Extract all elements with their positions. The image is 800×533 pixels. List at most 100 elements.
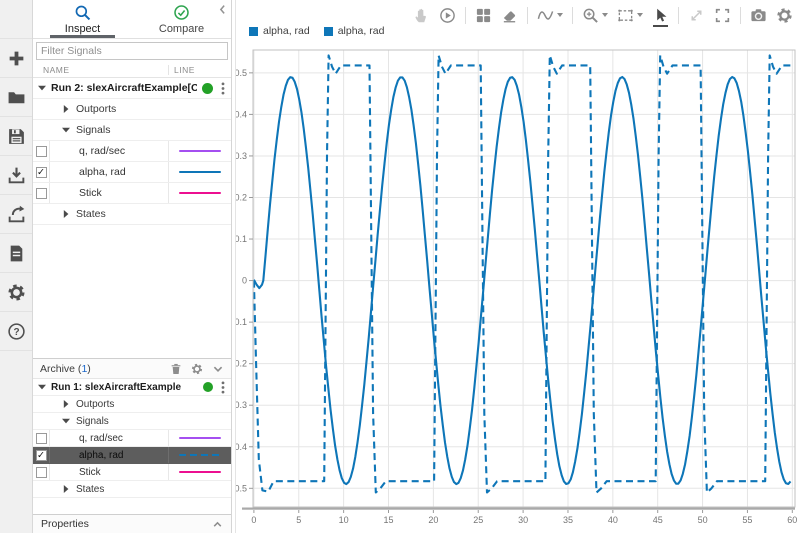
- run-menu-icon[interactable]: [218, 381, 228, 394]
- create-report-button[interactable]: [0, 234, 32, 273]
- checkbox-cell: [33, 430, 50, 446]
- add-button[interactable]: [0, 38, 32, 78]
- line-style-cell: [168, 447, 231, 463]
- archive-settings-icon[interactable]: [191, 363, 203, 375]
- svg-text:60: 60: [787, 515, 797, 525]
- preferences-button[interactable]: [0, 273, 32, 312]
- tab-inspect[interactable]: Inspect: [33, 0, 132, 38]
- maximize-plot-button[interactable]: [688, 3, 705, 27]
- import-button[interactable]: [0, 156, 32, 195]
- archive-actions: [170, 363, 224, 375]
- fullscreen-button[interactable]: [714, 3, 731, 27]
- svg-text:5: 5: [296, 515, 301, 525]
- line-style-swatch: [179, 437, 221, 440]
- svg-text:0: 0: [251, 515, 256, 525]
- archive-collapse-icon[interactable]: [212, 363, 224, 375]
- svg-text:40: 40: [608, 515, 618, 525]
- run-row-run-1-slexaircraftexample[interactable]: Run 1: slexAircraftExample: [33, 379, 231, 396]
- inspect-magnifier-icon: [74, 4, 91, 22]
- subplot-layout-button[interactable]: [475, 3, 492, 27]
- expand-caret-icon[interactable]: [62, 485, 70, 493]
- signal-row-stick[interactable]: Stick: [33, 464, 231, 481]
- import-icon: [7, 166, 26, 185]
- dropdown-caret-icon[interactable]: [557, 13, 563, 17]
- run-row-run-2-slexaircraftexample-current[interactable]: Run 2: slexAircraftExample[Current]: [33, 78, 231, 99]
- expand-caret-icon[interactable]: [62, 105, 70, 113]
- plus-icon: [7, 49, 26, 68]
- svg-text:?: ?: [13, 327, 19, 338]
- svg-text:-0.2: -0.2: [236, 359, 247, 369]
- dropdown-caret-icon[interactable]: [602, 13, 608, 17]
- zoom-button[interactable]: [582, 3, 608, 27]
- signal-row-q-rad-sec[interactable]: q, rad/sec: [33, 141, 231, 162]
- archive-trash-icon[interactable]: [170, 363, 182, 375]
- save-button[interactable]: [0, 117, 32, 156]
- simulation-data-inspector: ? Inspect Compare NAME LINE Run 2: slexA…: [0, 0, 800, 533]
- archive-bottom-gap: [33, 498, 231, 514]
- expand-caret-icon[interactable]: [62, 210, 70, 218]
- open-folder-icon: [7, 88, 26, 107]
- plot-settings-button[interactable]: [776, 3, 793, 27]
- expand-caret-icon[interactable]: [38, 383, 46, 391]
- group-row-signals[interactable]: Signals: [33, 120, 231, 141]
- checkbox-cell: [33, 183, 50, 203]
- signal-plot[interactable]: 0510152025303540455055600.50.40.30.20.10…: [236, 0, 800, 533]
- snapshot-button[interactable]: [750, 3, 767, 27]
- signal-checkbox[interactable]: [36, 433, 47, 444]
- signal-label: alpha, rad: [50, 450, 168, 461]
- signal-label: alpha, rad: [50, 166, 168, 178]
- svg-text:0.5: 0.5: [236, 68, 247, 78]
- group-row-states[interactable]: States: [33, 204, 231, 225]
- properties-label: Properties: [41, 518, 89, 530]
- signal-row-q-rad-sec[interactable]: q, rad/sec: [33, 430, 231, 447]
- signal-row-alpha-rad[interactable]: ✓alpha, rad: [33, 447, 231, 464]
- archive-header[interactable]: Archive (1): [33, 358, 231, 379]
- svg-text:50: 50: [698, 515, 708, 525]
- collapse-caret-icon[interactable]: [62, 126, 70, 134]
- clear-plots-button[interactable]: [501, 3, 518, 27]
- properties-expand-icon[interactable]: [212, 519, 223, 530]
- group-row-signals[interactable]: Signals: [33, 413, 231, 430]
- replay-button[interactable]: [439, 3, 456, 27]
- expand-caret-icon[interactable]: [38, 84, 46, 92]
- signal-options-button[interactable]: [537, 3, 563, 27]
- group-label: States: [76, 208, 106, 220]
- run-menu-icon[interactable]: [218, 82, 228, 95]
- signal-checkbox[interactable]: [36, 188, 47, 199]
- filter-signals-input[interactable]: [36, 42, 228, 60]
- signal-wave-icon: [537, 7, 554, 24]
- export-button[interactable]: [0, 195, 32, 234]
- fit-to-view-button[interactable]: [617, 3, 643, 27]
- signal-checkbox[interactable]: ✓: [36, 167, 47, 178]
- line-style-cell: [168, 141, 231, 161]
- collapse-caret-icon[interactable]: [62, 417, 70, 425]
- tab-inspect-label: Inspect: [65, 23, 100, 35]
- dropdown-caret-icon[interactable]: [637, 13, 643, 17]
- signal-checkbox[interactable]: [36, 146, 47, 157]
- svg-text:10: 10: [339, 515, 349, 525]
- group-label: Signals: [76, 124, 110, 136]
- group-label: States: [76, 484, 104, 495]
- signal-row-alpha-rad[interactable]: ✓alpha, rad: [33, 162, 231, 183]
- group-row-outports[interactable]: Outports: [33, 396, 231, 413]
- signal-row-stick[interactable]: Stick: [33, 183, 231, 204]
- group-row-outports[interactable]: Outports: [33, 99, 231, 120]
- pan-button[interactable]: [413, 3, 430, 27]
- select-cursor-button[interactable]: [652, 3, 669, 27]
- group-row-states[interactable]: States: [33, 481, 231, 498]
- run-label: Run 2: slexAircraftExample[Current]: [51, 82, 197, 94]
- properties-bar[interactable]: Properties: [33, 514, 231, 533]
- help-button[interactable]: ?: [0, 312, 32, 351]
- signal-checkbox[interactable]: ✓: [36, 450, 47, 461]
- line-style-cell: [168, 183, 231, 203]
- line-style-swatch: [179, 454, 221, 457]
- fit-view-icon: [617, 7, 634, 24]
- signal-checkbox[interactable]: [36, 467, 47, 478]
- checkbox-cell: ✓: [33, 447, 50, 463]
- signal-browser-panel: Inspect Compare NAME LINE Run 2: slexAir…: [33, 0, 232, 533]
- inspect-tree: Run 2: slexAircraftExample[Current] Outpo…: [33, 78, 231, 225]
- collapse-panel-icon[interactable]: [217, 2, 228, 20]
- expand-caret-icon[interactable]: [62, 400, 70, 408]
- svg-text:-0.3: -0.3: [236, 400, 247, 410]
- open-button[interactable]: [0, 78, 32, 117]
